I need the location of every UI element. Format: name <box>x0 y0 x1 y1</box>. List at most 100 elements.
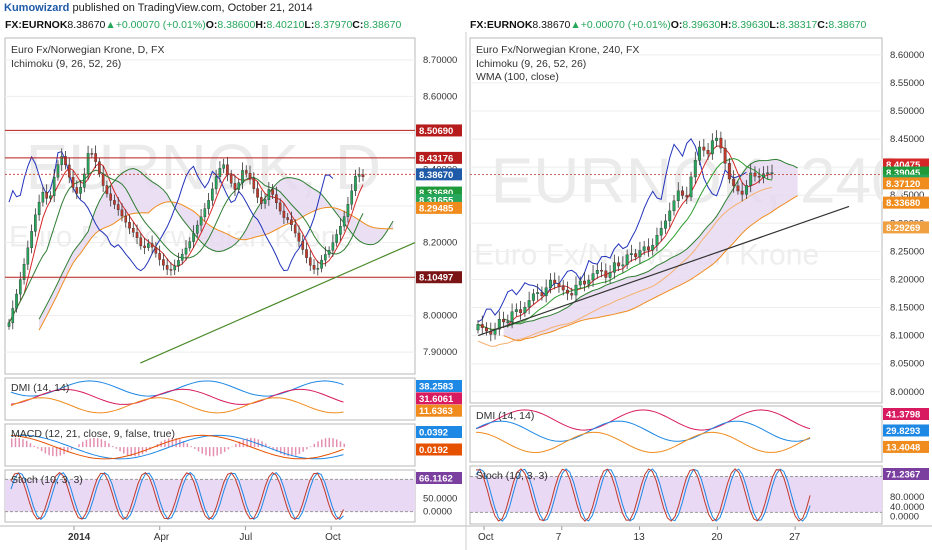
left-macd-bar <box>268 446 271 448</box>
left-candle <box>350 190 354 205</box>
left-x-tick: 2014 <box>68 532 91 543</box>
left-candle <box>41 192 45 203</box>
left-macd-bar <box>126 447 129 456</box>
left-price-chart: 8.700008.600008.500008.400008.300008.200… <box>4 37 462 375</box>
left-macd-bar <box>138 447 140 456</box>
left-candle <box>67 164 71 178</box>
left-macd-bar <box>123 447 125 454</box>
left-macd-bar <box>343 443 345 448</box>
left-macd-bar <box>81 441 84 448</box>
left-candle <box>143 245 146 248</box>
right-close-label: C: <box>817 19 828 31</box>
right-candle <box>591 273 595 281</box>
header-bar: Kumowizard published on TradingView.com,… <box>4 2 313 14</box>
left-price-label: 8.29485 <box>419 203 454 214</box>
left-candle <box>312 265 316 270</box>
left-y-tick: 8.00000 <box>423 311 457 322</box>
left-quote: FX:EURNOK 8.38670 ▲ +0.00070 (+0.01%) O: 8… <box>5 19 402 31</box>
right-candle <box>681 190 684 196</box>
right-x-tick: 7 <box>556 532 562 543</box>
left-candle <box>214 176 218 190</box>
left-x-tick: Apr <box>154 532 170 543</box>
right-candle <box>485 327 488 332</box>
left-macd-bar <box>324 438 327 448</box>
left-indicator-name: Ichimoku (9, 26, 52, 26) <box>11 58 121 70</box>
right-candle <box>514 309 518 312</box>
right-candle <box>566 289 569 294</box>
left-low: 8.37970 <box>314 19 352 31</box>
left-macd-bar <box>223 447 226 452</box>
right-candle <box>480 324 484 328</box>
left-candle <box>11 308 15 324</box>
right-price-label: 8.29269 <box>886 223 920 234</box>
left-candle <box>324 254 327 261</box>
left-dmi-value: 38.2583 <box>419 382 453 393</box>
left-candle <box>293 224 297 234</box>
left-dmi-value: 11.6363 <box>419 406 453 417</box>
left-macd-value: 0.0392 <box>419 428 448 439</box>
right-candle <box>536 292 540 294</box>
left-macd-bar <box>186 443 189 448</box>
left-macd-bar <box>220 447 222 455</box>
right-watermark-sub: Euro Fx/Norwegian Krone <box>474 238 819 271</box>
published-text: published on TradingView.com, October 21… <box>72 2 313 14</box>
right-candle <box>553 279 557 284</box>
left-candle <box>290 219 293 226</box>
right-candle <box>732 178 736 186</box>
left-candle <box>354 176 357 192</box>
left-high: 8.40210 <box>266 19 304 31</box>
left-candle <box>116 204 120 211</box>
left-candle <box>120 209 124 217</box>
right-y-tick: 8.20000 <box>890 274 924 285</box>
right-x-tick: Oct <box>478 532 494 543</box>
left-macd-bar <box>197 447 200 452</box>
left-macd-bar <box>272 447 274 450</box>
right-candle <box>736 185 740 192</box>
left-candle <box>361 174 365 177</box>
left-macd-bar <box>227 447 230 450</box>
left-candle <box>252 178 256 189</box>
left-candle <box>90 153 94 155</box>
left-candle <box>83 173 86 188</box>
author-name[interactable]: Kumowizard <box>4 2 69 14</box>
left-candle <box>335 234 338 243</box>
right-candle <box>587 279 591 285</box>
left-candle <box>177 260 180 267</box>
left-macd-bar <box>332 438 334 448</box>
left-candle <box>184 247 188 255</box>
right-dmi-label: DMI (14, 14) <box>476 410 534 422</box>
right-x-tick: 27 <box>789 532 801 543</box>
left-macd-bar <box>339 441 342 448</box>
left-candle <box>218 168 222 177</box>
right-candle <box>621 264 625 267</box>
left-candle <box>316 268 320 270</box>
right-indicator-name: WMA (100, close) <box>476 71 559 83</box>
right-candle <box>519 309 523 314</box>
left-macd-bar <box>134 447 136 457</box>
right-y-tick: 8.10000 <box>890 331 924 342</box>
right-candle <box>702 146 706 151</box>
left-macd-bar <box>55 447 58 457</box>
left-macd-bar <box>52 447 54 457</box>
right-candle <box>698 146 702 161</box>
right-arrow: ▲ <box>570 19 580 31</box>
right-price-label: 8.37120 <box>886 179 920 190</box>
right-stoch-value: 71.2367 <box>886 470 920 481</box>
left-candle <box>98 161 101 175</box>
right-candle <box>476 324 480 331</box>
right-candle <box>502 319 506 323</box>
right-dmi-value: 41.3798 <box>886 410 920 421</box>
right-y-tick: 8.50000 <box>890 106 924 117</box>
right-low: 8.38317 <box>779 19 817 31</box>
right-price-chart: 8.600008.550008.500008.450008.400008.350… <box>469 37 929 404</box>
left-candle <box>195 224 199 234</box>
right-candle <box>540 292 544 297</box>
left-macd-bar <box>313 443 316 448</box>
right-last: 8.38670 <box>532 19 570 31</box>
left-candle <box>256 188 259 198</box>
left-macd-bar <box>115 447 118 449</box>
left-macd-bar <box>201 447 204 454</box>
left-macd-bar <box>235 443 237 448</box>
right-stoch-pane: Stoch (10, 3, 3) 71.236780.000040.00000.0… <box>469 465 929 525</box>
right-candle <box>617 262 621 267</box>
